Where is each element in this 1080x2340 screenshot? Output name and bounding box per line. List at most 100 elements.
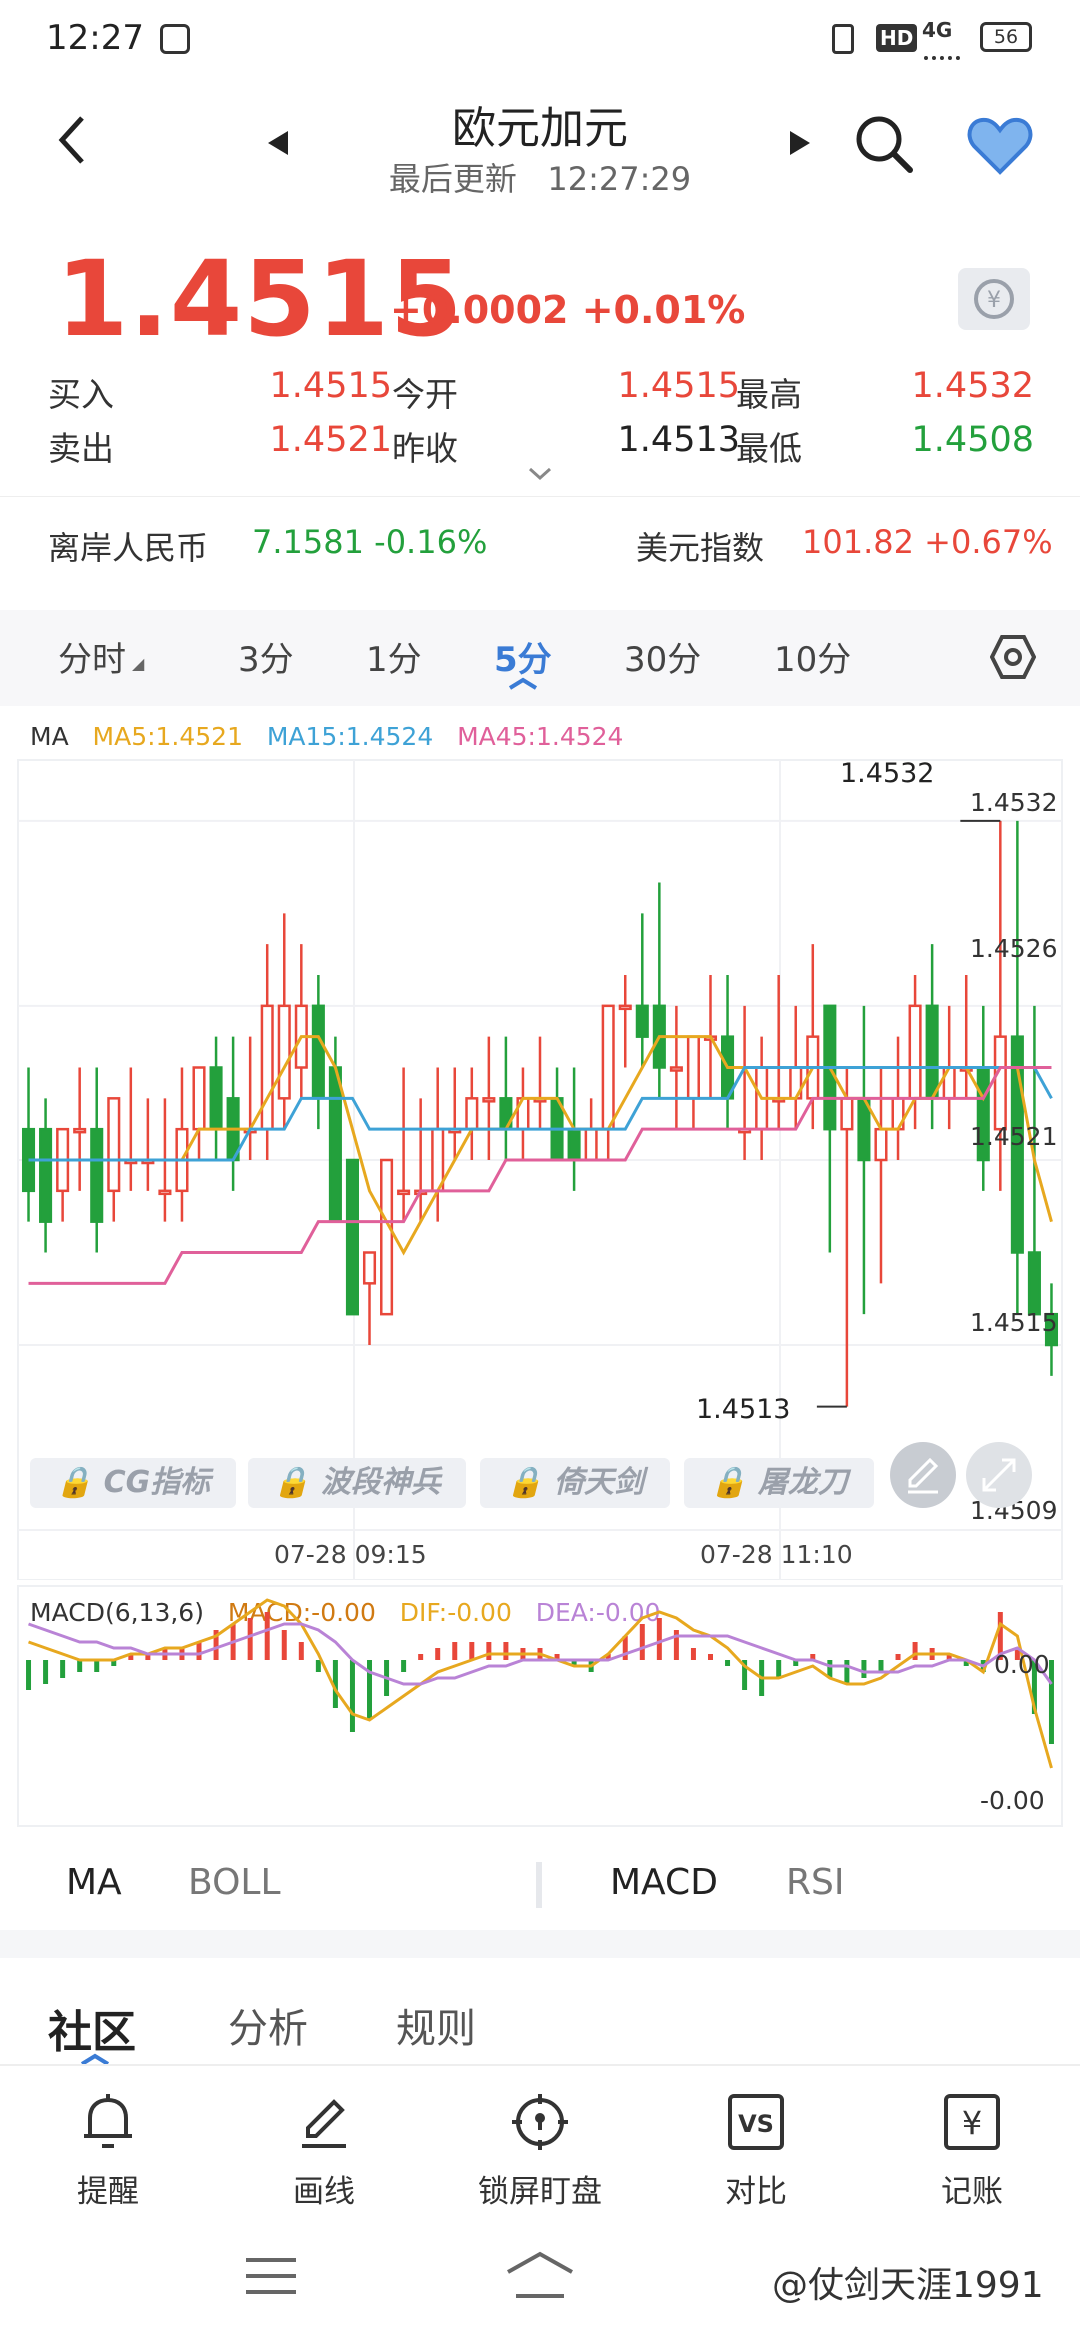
- candle-body: [925, 1004, 939, 1100]
- active-tab-indicator: [508, 676, 538, 695]
- indicator-tab-ma[interactable]: MA: [66, 1862, 122, 1903]
- cg-indicator-button[interactable]: 🔒 CG指标: [30, 1458, 236, 1508]
- page-title: 欧元加元: [452, 103, 628, 154]
- tab-period-3m[interactable]: 3分: [238, 632, 294, 681]
- candle: [21, 1067, 36, 1222]
- candle-body: [874, 1127, 888, 1162]
- tab-analysis[interactable]: 分析: [228, 1996, 308, 2054]
- tab-period-30m[interactable]: 30分: [624, 632, 701, 681]
- high-label: 最高: [736, 375, 802, 414]
- candle-body: [686, 1035, 700, 1100]
- dxy-value: 101.82 +0.67%: [802, 523, 1053, 561]
- indicator-tab-rsi[interactable]: RSI: [786, 1862, 844, 1903]
- nav-draw[interactable]: 画线: [216, 2090, 432, 2211]
- quote-grid: 买入 1.4515 今开 1.4515 最高 1.4532 卖出 1.4521 …: [48, 360, 1038, 468]
- draw-button[interactable]: [890, 1442, 956, 1508]
- expand-quote-button[interactable]: [528, 466, 552, 485]
- candle: [925, 944, 939, 1130]
- tab-community[interactable]: 社区: [48, 1996, 136, 2060]
- candle: [73, 1067, 87, 1191]
- yitian-indicator-button[interactable]: 🔒 倚天剑: [480, 1458, 670, 1508]
- candle-body: [465, 1097, 479, 1131]
- tab-period-timeline[interactable]: 分时: [58, 632, 126, 681]
- tab-rules[interactable]: 规则: [396, 1996, 476, 2054]
- candle: [721, 975, 735, 1130]
- nav-lockscreen-watch[interactable]: 锁屏盯盘: [432, 2090, 648, 2211]
- pen-line-icon: [302, 2099, 346, 2148]
- nav-ledger-label: 记账: [941, 2174, 1003, 2210]
- candle: [669, 1005, 683, 1130]
- related-markets: 离岸人民币 7.1581 -0.16% 美元指数 101.82 +0.67%: [0, 496, 1080, 609]
- vibrate-icon: [832, 24, 854, 54]
- nav-ledger[interactable]: ¥ 记账: [864, 2090, 1080, 2211]
- candle: [39, 1098, 53, 1253]
- svg-text:VS: VS: [738, 2110, 774, 2138]
- candle: [874, 1067, 888, 1284]
- macd-bottom-label: -0.00: [980, 1786, 1045, 1815]
- dxy-label[interactable]: 美元指数: [636, 523, 764, 569]
- nav-alert[interactable]: 提醒: [0, 2090, 216, 2211]
- tab-period-1m[interactable]: 1分: [366, 632, 422, 681]
- high-marker-label: 1.4532: [840, 758, 935, 789]
- candle: [192, 1066, 206, 1160]
- exchange-icon: ¥: [974, 279, 1014, 319]
- bell-icon: [84, 2094, 132, 2148]
- chevron-down-icon: [528, 467, 552, 481]
- candle-body: [73, 1127, 87, 1134]
- indicator-tab-macd[interactable]: MACD: [610, 1862, 718, 1903]
- candle-body: [39, 1127, 53, 1223]
- high-value: 1.4532: [911, 366, 1034, 406]
- tab-period-10m[interactable]: 10分: [774, 632, 851, 681]
- cnh-label[interactable]: 离岸人民币: [48, 523, 208, 569]
- macd-frame: [17, 1585, 1063, 1827]
- cnh-value: 7.1581 -0.16%: [252, 523, 488, 561]
- quote-row-1: 买入 1.4515 今开 1.4515 最高 1.4532: [48, 360, 1038, 414]
- nav-compare[interactable]: VS 对比: [648, 2090, 864, 2211]
- update-time: 12:27:29: [547, 160, 692, 198]
- candle: [277, 913, 291, 1130]
- candle-body: [362, 1251, 377, 1285]
- candle-body: [908, 1004, 922, 1100]
- tab-period-5m[interactable]: 5分: [494, 632, 552, 681]
- candle: [465, 1067, 479, 1160]
- ask-value: 1.4521: [269, 420, 392, 460]
- notification-icon: [160, 24, 190, 54]
- fullscreen-button[interactable]: [966, 1442, 1032, 1508]
- candle-body: [635, 1004, 649, 1038]
- candle: [550, 1067, 564, 1162]
- candle-body: [584, 1127, 598, 1162]
- indicator-tab-boll[interactable]: BOLL: [188, 1862, 281, 1903]
- candle-body: [277, 1004, 291, 1100]
- macd-chart[interactable]: [0, 1580, 1080, 1830]
- home-button[interactable]: [504, 2250, 576, 2306]
- price-change: +0.0002 +0.01%: [390, 288, 746, 332]
- dropdown-triangle-icon: ◢: [132, 654, 145, 673]
- candle-body: [618, 1004, 632, 1011]
- candle: [311, 975, 325, 1130]
- candle: [857, 1005, 871, 1315]
- candle: [397, 1067, 411, 1222]
- macd-bars: [26, 1612, 1054, 1744]
- candle: [260, 944, 274, 1160]
- nav-divider: [0, 2064, 1080, 2066]
- chart-settings-button[interactable]: [989, 634, 1037, 684]
- tulong-indicator-button[interactable]: 🔒 屠龙刀: [684, 1458, 874, 1508]
- candle-body: [158, 1189, 172, 1196]
- candle: [686, 1035, 700, 1130]
- last-update: 最后更新 12:27:29: [0, 154, 1080, 200]
- search-button[interactable]: [852, 112, 916, 180]
- candle-body: [840, 1097, 854, 1131]
- candle-body: [993, 1035, 1007, 1131]
- macd-lines: [28, 1598, 1053, 1769]
- target-lock-icon: [512, 2094, 568, 2150]
- candle-body: [345, 1158, 359, 1316]
- favorite-button[interactable]: [966, 116, 1034, 180]
- candle-body: [90, 1127, 104, 1223]
- x-axis-label: 07-28 09:15: [274, 1540, 427, 1569]
- y-axis-label: 1.4515: [970, 1308, 1058, 1337]
- share-button[interactable]: ¥: [958, 268, 1030, 330]
- y-axis-label: 1.4526: [970, 934, 1058, 963]
- menu-button[interactable]: [244, 2256, 298, 2300]
- next-pair-button[interactable]: [788, 128, 814, 162]
- band-indicator-button[interactable]: 🔒 波段神兵: [248, 1458, 466, 1508]
